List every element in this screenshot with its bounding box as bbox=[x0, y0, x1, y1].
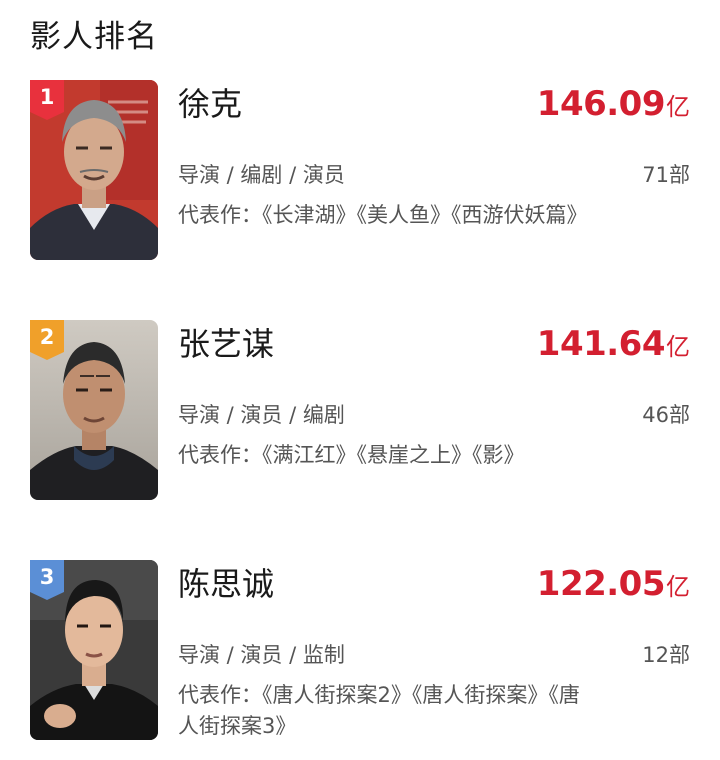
person-name[interactable]: 张艺谋 bbox=[178, 322, 274, 366]
rank-number: 1 bbox=[39, 85, 55, 109]
person-name[interactable]: 徐克 bbox=[178, 82, 242, 126]
person-name[interactable]: 陈思诚 bbox=[178, 562, 274, 606]
rank-badge: 2 bbox=[30, 320, 64, 360]
box-office-value: 141.64 bbox=[536, 324, 666, 364]
ranking-list: 1 徐克 146.09亿 导演 / 编剧 / 演员 71部 代表作：《长津湖》《… bbox=[0, 0, 720, 750]
ranking-item-2[interactable]: 2 张艺谋 141.64亿 导演 / 演员 / 编剧 46部 代表作：《满江红》… bbox=[0, 320, 720, 520]
rank-number: 3 bbox=[39, 565, 55, 589]
box-office-unit: 亿 bbox=[666, 333, 690, 361]
roles: 导演 / 编剧 / 演员 bbox=[178, 163, 345, 187]
rank-badge: 1 bbox=[30, 80, 64, 120]
box-office-value: 122.05 bbox=[536, 564, 666, 604]
work-count: 71部 bbox=[642, 163, 690, 187]
box-office-total: 141.64亿 bbox=[537, 322, 690, 369]
box-office-total: 122.05亿 bbox=[537, 562, 690, 609]
box-office-value: 146.09 bbox=[536, 84, 666, 124]
work-count: 46部 bbox=[642, 403, 690, 427]
ranking-item-3[interactable]: 3 陈思诚 122.05亿 导演 / 演员 / 监制 12部 代表作：《唐人街探… bbox=[0, 560, 720, 760]
roles: 导演 / 演员 / 编剧 bbox=[178, 403, 345, 427]
box-office-unit: 亿 bbox=[666, 93, 690, 121]
ranking-item-1[interactable]: 1 徐克 146.09亿 导演 / 编剧 / 演员 71部 代表作：《长津湖》《… bbox=[0, 80, 720, 280]
box-office-total: 146.09亿 bbox=[537, 82, 690, 129]
work-count: 12部 bbox=[642, 643, 690, 667]
rank-badge: 3 bbox=[30, 560, 64, 600]
rank-number: 2 bbox=[39, 325, 55, 349]
representative-works: 代表作：《长津湖》《美人鱼》《西游伏妖篇》 bbox=[178, 203, 588, 227]
representative-works: 代表作：《满江红》《悬崖之上》《影》 bbox=[178, 443, 525, 467]
box-office-unit: 亿 bbox=[666, 573, 690, 601]
roles: 导演 / 演员 / 监制 bbox=[178, 643, 345, 667]
representative-works: 代表作：《唐人街探案2》《唐人街探案》《唐人街探案3》 bbox=[178, 683, 580, 738]
